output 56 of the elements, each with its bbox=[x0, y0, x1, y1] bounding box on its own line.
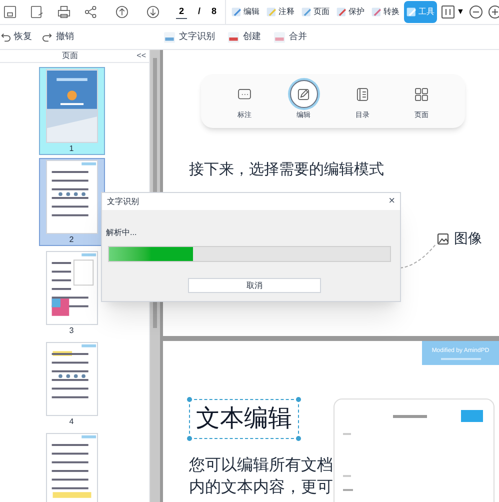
tool-button[interactable]: 合并 bbox=[273, 30, 307, 44]
ribbon-tab[interactable]: 注释 bbox=[264, 1, 297, 23]
cancel-button[interactable]: 取消 bbox=[188, 278, 321, 293]
page-thumbnail[interactable]: 2 bbox=[38, 158, 104, 246]
print-icon[interactable] bbox=[56, 4, 72, 20]
page-thumbnail[interactable]: 3 bbox=[38, 249, 104, 337]
redo-button[interactable]: 撤销 bbox=[42, 30, 74, 44]
ribbon-tab[interactable]: 转换 bbox=[368, 1, 402, 23]
zoom-out-icon[interactable] bbox=[469, 5, 484, 19]
page-number: 3 bbox=[69, 325, 74, 336]
zoom-in-icon[interactable] bbox=[488, 5, 499, 19]
mode-icon bbox=[413, 86, 430, 103]
share-icon[interactable] bbox=[83, 4, 99, 20]
page-thumbnail[interactable]: 4 bbox=[38, 340, 104, 428]
section-heading: 文本编辑 bbox=[196, 405, 292, 432]
close-button[interactable]: × bbox=[388, 196, 395, 207]
page-down-icon[interactable] bbox=[145, 4, 161, 20]
image-label: 图像 bbox=[454, 229, 482, 248]
status-text: 解析中... bbox=[106, 227, 138, 239]
tool-icon bbox=[227, 30, 240, 44]
page-number-field[interactable]: 2 bbox=[176, 4, 188, 20]
ribbon-tab[interactable]: 编辑 bbox=[228, 1, 262, 23]
tool-icon bbox=[273, 30, 286, 44]
tab-icon bbox=[406, 6, 418, 18]
mode-icon bbox=[354, 86, 371, 103]
tab-icon bbox=[266, 6, 278, 18]
tab-icon bbox=[230, 6, 243, 18]
undo-icon bbox=[0, 32, 11, 42]
redo-icon bbox=[42, 32, 53, 42]
tool-button[interactable]: 创建 bbox=[227, 30, 261, 44]
tab-icon bbox=[336, 6, 348, 18]
page-up-icon[interactable] bbox=[114, 4, 130, 20]
fit-page-icon[interactable] bbox=[440, 5, 455, 19]
collapse-button[interactable]: << bbox=[136, 50, 146, 62]
panel-title: 页面 bbox=[62, 50, 78, 62]
ribbon-tab[interactable]: 保护 bbox=[334, 1, 367, 23]
save-as-icon[interactable] bbox=[29, 4, 45, 20]
tool-button[interactable]: 文字识别 bbox=[163, 30, 215, 44]
dialog-title: 文字识别 bbox=[107, 196, 139, 208]
page-number: 2 bbox=[69, 234, 74, 245]
page-number: 4 bbox=[69, 416, 74, 427]
undo-button[interactable]: 恢复 bbox=[0, 30, 32, 44]
page-number: 1 bbox=[69, 143, 74, 154]
page-heading: 接下来，选择需要的编辑模式 bbox=[189, 160, 385, 180]
save-icon[interactable] bbox=[2, 4, 18, 20]
page-total: 8 bbox=[212, 5, 217, 18]
page-preview-drawing bbox=[46, 433, 98, 502]
page-thumbnail[interactable]: 1 bbox=[38, 67, 104, 155]
tab-icon bbox=[370, 6, 383, 18]
tab-icon bbox=[300, 6, 313, 18]
ribbon-tab[interactable]: 页面 bbox=[298, 1, 332, 23]
tool-icon bbox=[163, 30, 176, 44]
image-icon bbox=[437, 232, 449, 244]
page-separator: / bbox=[198, 5, 201, 18]
body-paragraph: 您可以编辑所有文档内的文本内容，更可 bbox=[189, 456, 334, 498]
zoom-caret[interactable]: ▼ bbox=[456, 6, 464, 18]
